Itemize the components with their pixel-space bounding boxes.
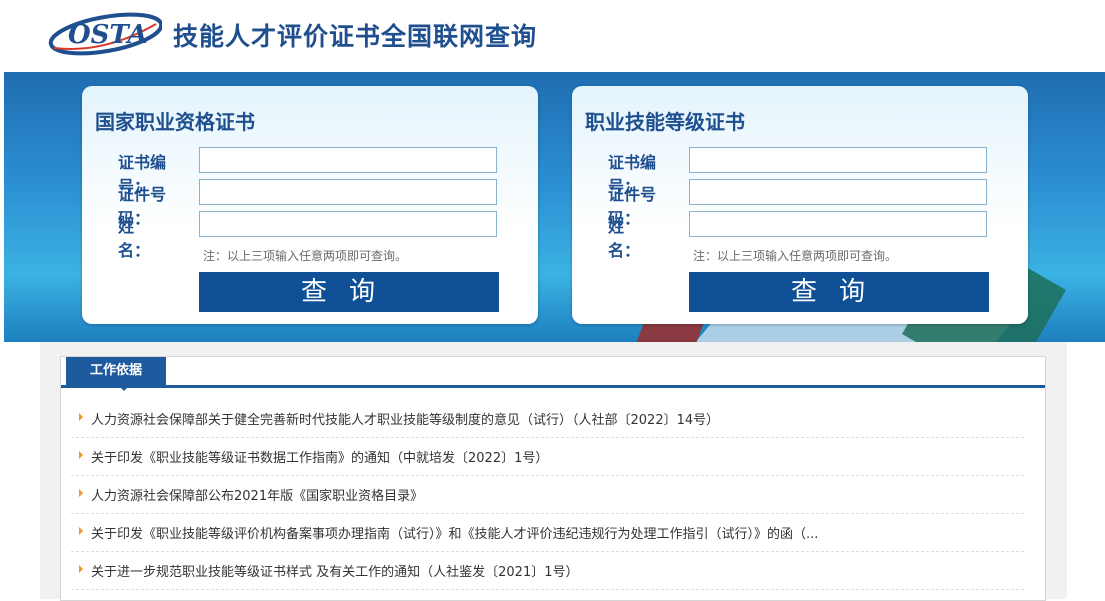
cert-number-input[interactable] [199, 147, 497, 173]
list-item: 关于印发《职业技能等级评价机构备案事项办理指南（试行）》和《技能人才评价违纪违规… [71, 514, 1024, 552]
cert-number-row: 证书编号： [118, 147, 508, 196]
bullet-icon [79, 413, 83, 421]
name-row: 姓 名： [608, 211, 998, 260]
list-item: 人力资源社会保障部公布2021年版《国家职业资格目录》 [71, 476, 1024, 514]
id-number-input[interactable] [689, 179, 987, 205]
query-note: 注：以上三项输入任意两项即可查询。 [693, 249, 898, 263]
query-note: 注：以上三项输入任意两项即可查询。 [203, 249, 408, 263]
osta-logo[interactable]: OSTA [44, 10, 162, 56]
cert-number-row: 证书编号： [608, 147, 998, 196]
name-label: 姓 名： [118, 217, 167, 260]
list-item: 人力资源社会保障部关于健全完善新时代技能人才职业技能等级制度的意见（试行）（人社… [71, 400, 1024, 438]
bullet-icon [79, 527, 83, 535]
list-item-link[interactable]: 关于进一步规范职业技能等级证书样式 及有关工作的通知（人社鉴发〔2021〕1号） [91, 561, 579, 580]
list-item-link[interactable]: 人力资源社会保障部公布2021年版《国家职业资格目录》 [91, 485, 423, 504]
national-qualification-panel: 国家职业资格证书 证书编号： 证件号码： 姓 名： 注：以上三项输入任意两项即可… [82, 86, 538, 324]
logo-text: OSTA [68, 20, 148, 50]
tab-work-basis[interactable]: 工作依据 [66, 357, 166, 391]
list-item-link[interactable]: 人力资源社会保障部关于健全完善新时代技能人才职业技能等级制度的意见（试行）（人社… [91, 409, 719, 428]
skill-level-panel: 职业技能等级证书 证书编号： 证件号码： 姓 名： 注：以上三项输入任意两项即可… [572, 86, 1028, 324]
work-basis-section: 工作依据 人力资源社会保障部关于健全完善新时代技能人才职业技能等级制度的意见（试… [60, 356, 1046, 601]
id-number-row: 证件号码： [118, 179, 508, 228]
list-item: 关于印发《职业技能等级证书数据工作指南》的通知（中就培发〔2022〕1号） [71, 438, 1024, 476]
search-banner: 国家职业资格证书 证书编号： 证件号码： 姓 名： 注：以上三项输入任意两项即可… [4, 72, 1105, 342]
list-item-link[interactable]: 关于印发《职业技能等级证书数据工作指南》的通知（中就培发〔2022〕1号） [91, 447, 548, 466]
list-item: 关于进一步规范职业技能等级证书样式 及有关工作的通知（人社鉴发〔2021〕1号） [71, 552, 1024, 590]
id-number-input[interactable] [199, 179, 497, 205]
page-title: 技能人才评价证书全国联网查询 [173, 22, 538, 51]
work-basis-list: 人力资源社会保障部关于健全完善新时代技能人才职业技能等级制度的意见（试行）（人社… [71, 400, 1024, 590]
bullet-icon [79, 489, 83, 497]
name-input[interactable] [199, 211, 497, 237]
site-header: OSTA 技能人才评价证书全国联网查询 [0, 0, 1105, 72]
cert-number-input[interactable] [689, 147, 987, 173]
panel-title: 职业技能等级证书 [585, 110, 745, 134]
name-input[interactable] [689, 211, 987, 237]
name-row: 姓 名： [118, 211, 508, 260]
bullet-icon [79, 565, 83, 573]
list-item-link[interactable]: 关于印发《职业技能等级评价机构备案事项办理指南（试行）》和《技能人才评价违纪违规… [91, 523, 818, 542]
query-button[interactable]: 查询 [689, 272, 989, 312]
panel-title: 国家职业资格证书 [95, 110, 255, 134]
bullet-icon [79, 451, 83, 459]
name-label: 姓 名： [608, 217, 657, 260]
id-number-row: 证件号码： [608, 179, 998, 228]
section-tabbar: 工作依据 [61, 357, 1045, 391]
query-button[interactable]: 查询 [199, 272, 499, 312]
